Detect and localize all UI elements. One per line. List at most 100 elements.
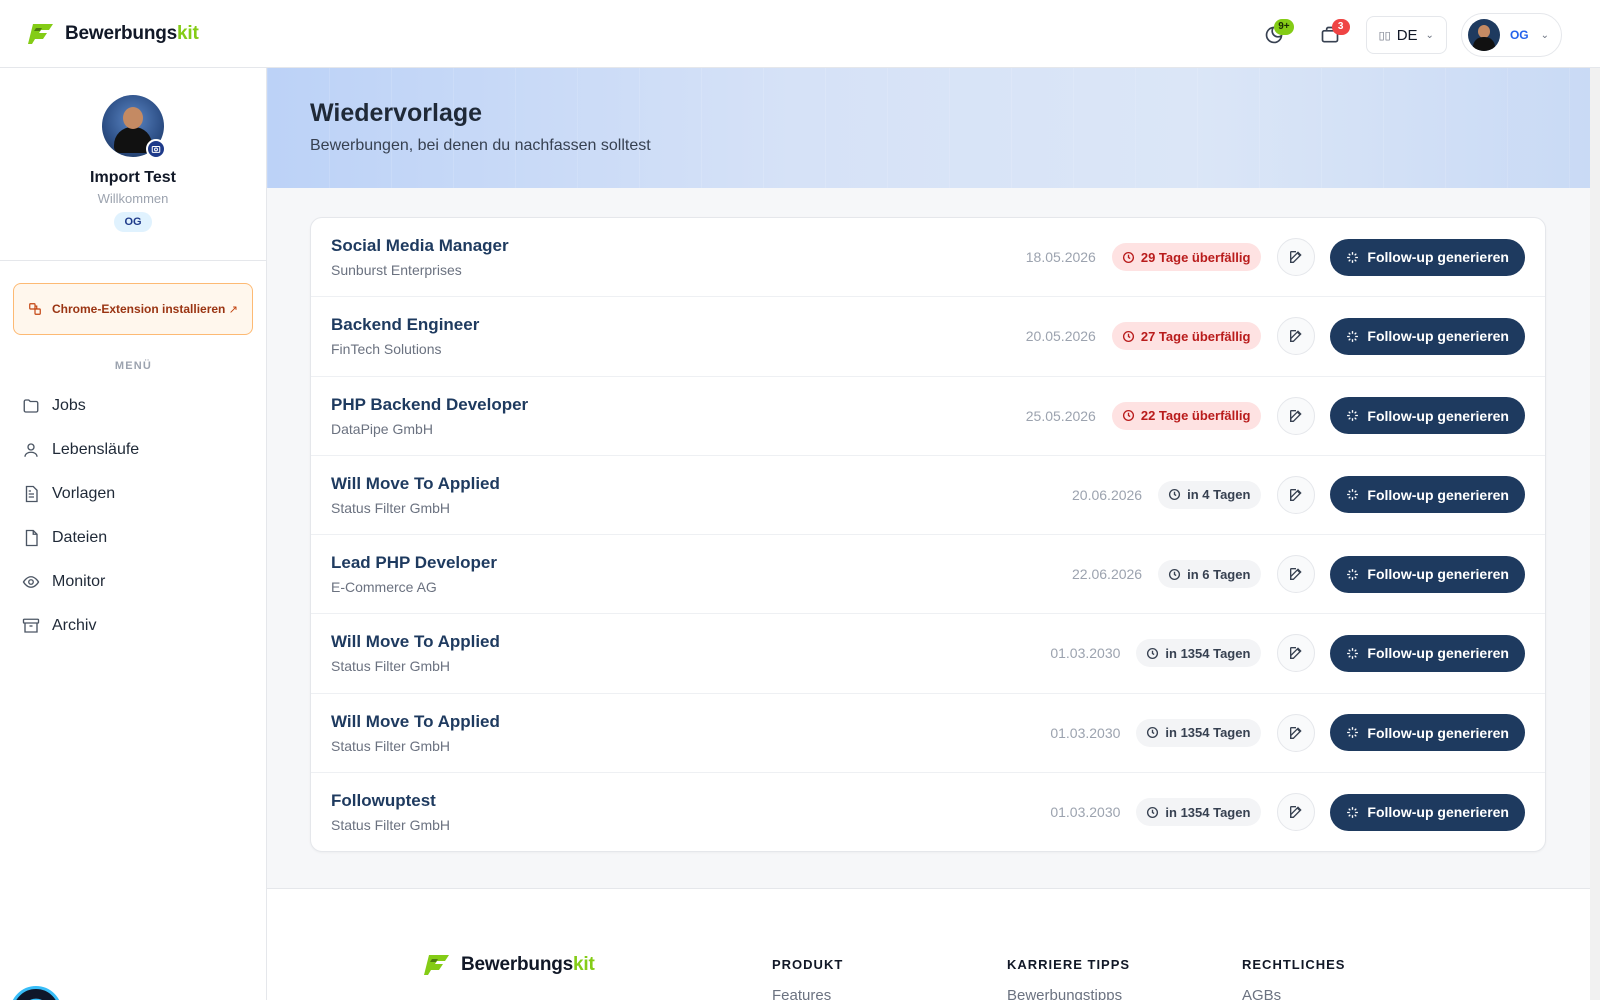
- job-title-link[interactable]: PHP Backend Developer: [331, 395, 528, 415]
- page-header: Wiedervorlage Bewerbungen, bei denen du …: [267, 68, 1590, 188]
- generate-followup-button[interactable]: Follow-up generieren: [1330, 634, 1525, 672]
- language-selector[interactable]: ▯▯ DE ⌄: [1365, 16, 1447, 54]
- job-title-link[interactable]: Will Move To Applied: [331, 474, 500, 494]
- generate-followup-button[interactable]: Follow-up generieren: [1330, 317, 1525, 355]
- followup-row: PHP Backend Developer DataPipe GmbH 25.05.…: [311, 377, 1545, 456]
- camera-icon[interactable]: [146, 139, 166, 159]
- generate-followup-button[interactable]: Follow-up generieren: [1330, 555, 1525, 593]
- edit-icon: [1290, 488, 1303, 501]
- page-subtitle: Bewerbungen, bei denen du nachfassen sol…: [310, 137, 651, 154]
- generate-followup-label: Follow-up generieren: [1367, 724, 1509, 741]
- edit-button[interactable]: [1277, 238, 1316, 276]
- sparkle-icon: [1347, 648, 1359, 659]
- followup-date: 25.05.2026: [1025, 407, 1096, 424]
- generate-followup-button[interactable]: Follow-up generieren: [1330, 714, 1525, 752]
- generate-followup-button[interactable]: Follow-up generieren: [1330, 397, 1525, 435]
- generate-followup-button[interactable]: Follow-up generieren: [1330, 476, 1525, 514]
- chrome-extension-label: Chrome-Extension installieren: [52, 302, 226, 316]
- job-title-link[interactable]: Will Move To Applied: [331, 632, 500, 652]
- sidebar-item-monitor[interactable]: Monitor: [22, 560, 139, 604]
- edit-button[interactable]: [1277, 555, 1316, 594]
- clock-icon: [1122, 251, 1134, 263]
- followup-row: Followuptest Status Filter GmbH 01.03.2030…: [311, 773, 1545, 851]
- sparkle-icon: [1347, 489, 1359, 501]
- company-name: E-Commerce AG: [331, 579, 437, 596]
- status-text: in 1354 Tagen: [1165, 725, 1251, 741]
- footer-link[interactable]: Bewerbungstipps: [1007, 987, 1130, 1000]
- user-initials: OG: [1509, 28, 1529, 42]
- sparkle-icon: [1347, 330, 1359, 342]
- generate-followup-button[interactable]: Follow-up generieren: [1330, 793, 1525, 831]
- job-title-link[interactable]: Lead PHP Developer: [331, 553, 497, 573]
- brand-logo-link[interactable]: Bewerbungskit: [27, 22, 199, 46]
- edit-icon: [1290, 647, 1303, 660]
- status-text: 22 Tage überfällig: [1140, 408, 1251, 424]
- sparkle-icon: [1347, 806, 1359, 818]
- followup-row: Social Media Manager Sunburst Enterprises…: [311, 218, 1545, 298]
- edit-icon: [1290, 251, 1303, 263]
- footer-link[interactable]: Features: [772, 987, 843, 1000]
- footer-link[interactable]: AGBs: [1242, 987, 1345, 1000]
- company-name: Status Filter GmbH: [331, 737, 451, 754]
- edit-button[interactable]: [1277, 396, 1316, 435]
- scrollbar[interactable]: [1590, 68, 1600, 1000]
- sidebar-item-label: Jobs: [52, 397, 86, 414]
- status-badge: in 1354 Tagen: [1136, 639, 1262, 668]
- edit-button[interactable]: [1277, 713, 1316, 752]
- edit-icon: [1290, 568, 1303, 581]
- brand-logo-icon: [424, 955, 449, 975]
- followup-date: 01.03.2030: [1050, 724, 1121, 741]
- followup-date: 01.03.2030: [1050, 804, 1121, 821]
- edit-button[interactable]: [1277, 475, 1316, 514]
- sparkle-icon: [1347, 727, 1359, 739]
- generate-followup-label: Follow-up generieren: [1367, 804, 1509, 821]
- followup-date: 01.03.2030: [1050, 645, 1121, 662]
- generate-followup-label: Follow-up generieren: [1367, 407, 1509, 424]
- job-title-link[interactable]: Will Move To Applied: [331, 712, 500, 732]
- chrome-extension-banner[interactable]: Chrome-Extension installieren ↗: [13, 283, 253, 335]
- edit-button[interactable]: [1277, 793, 1316, 832]
- clock-icon: [1147, 727, 1159, 739]
- status-badge: in 4 Tagen: [1158, 480, 1262, 509]
- page-title: Wiedervorlage: [310, 99, 483, 127]
- status-text: in 1354 Tagen: [1165, 645, 1251, 661]
- sidebar: Import Test Willkommen OG Chrome-Extensi…: [0, 68, 267, 1000]
- generate-followup-button[interactable]: Follow-up generieren: [1330, 238, 1525, 276]
- profile-avatar[interactable]: [102, 95, 166, 159]
- sparkle-icon: [1347, 410, 1359, 422]
- sidebar-item-archiv[interactable]: Archiv: [22, 604, 139, 648]
- menu-heading: MENÜ: [114, 360, 153, 372]
- sidebar-item-lebenslaeufe[interactable]: Lebensläufe: [22, 428, 139, 472]
- sidebar-item-vorlagen[interactable]: Vorlagen: [22, 472, 139, 516]
- user-menu-button[interactable]: OG ⌄: [1460, 13, 1562, 57]
- job-title-link[interactable]: Followuptest: [331, 791, 436, 811]
- footer-brand[interactable]: Bewerbungskit: [423, 953, 595, 977]
- edit-button[interactable]: [1277, 317, 1316, 356]
- sidebar-menu: Jobs Lebensläufe Vorlagen Dateien Monito…: [22, 384, 139, 648]
- puzzle-icon: [29, 303, 41, 315]
- notifications-button[interactable]: 9+: [1254, 15, 1294, 55]
- status-text: in 4 Tagen: [1187, 487, 1251, 503]
- edit-button[interactable]: [1277, 634, 1316, 673]
- top-bar: Bewerbungskit 9+ 3 ▯▯ DE ⌄ OG ⌄: [0, 0, 1600, 68]
- profile-section: Import Test Willkommen OG: [0, 68, 266, 261]
- footer: Bewerbungskit PRODUKT Features KARRIERE …: [267, 888, 1590, 1000]
- clock-icon: [1122, 330, 1134, 342]
- profile-initials-badge: OG: [114, 212, 152, 232]
- sidebar-item-jobs[interactable]: Jobs: [22, 384, 139, 428]
- job-title-link[interactable]: Social Media Manager: [331, 236, 509, 256]
- status-badge: 29 Tage überfällig: [1111, 243, 1262, 271]
- company-name: Sunburst Enterprises: [331, 262, 462, 278]
- clock-icon: [1122, 410, 1134, 422]
- followup-row: Backend Engineer FinTech Solutions 20.05.2…: [311, 297, 1545, 377]
- chevron-down-icon: ⌄: [1425, 29, 1434, 41]
- main-content: Wiedervorlage Bewerbungen, bei denen du …: [267, 68, 1590, 1000]
- sidebar-item-label: Monitor: [52, 573, 106, 590]
- notifications-badge: 9+: [1274, 19, 1294, 35]
- cookie-settings-button[interactable]: [10, 986, 62, 1000]
- sidebar-item-label: Lebensläufe: [52, 441, 140, 458]
- job-title-link[interactable]: Backend Engineer: [331, 315, 479, 335]
- sidebar-item-dateien[interactable]: Dateien: [22, 516, 139, 560]
- inbox-button[interactable]: 3: [1310, 15, 1350, 55]
- status-badge: 22 Tage überfällig: [1111, 401, 1262, 430]
